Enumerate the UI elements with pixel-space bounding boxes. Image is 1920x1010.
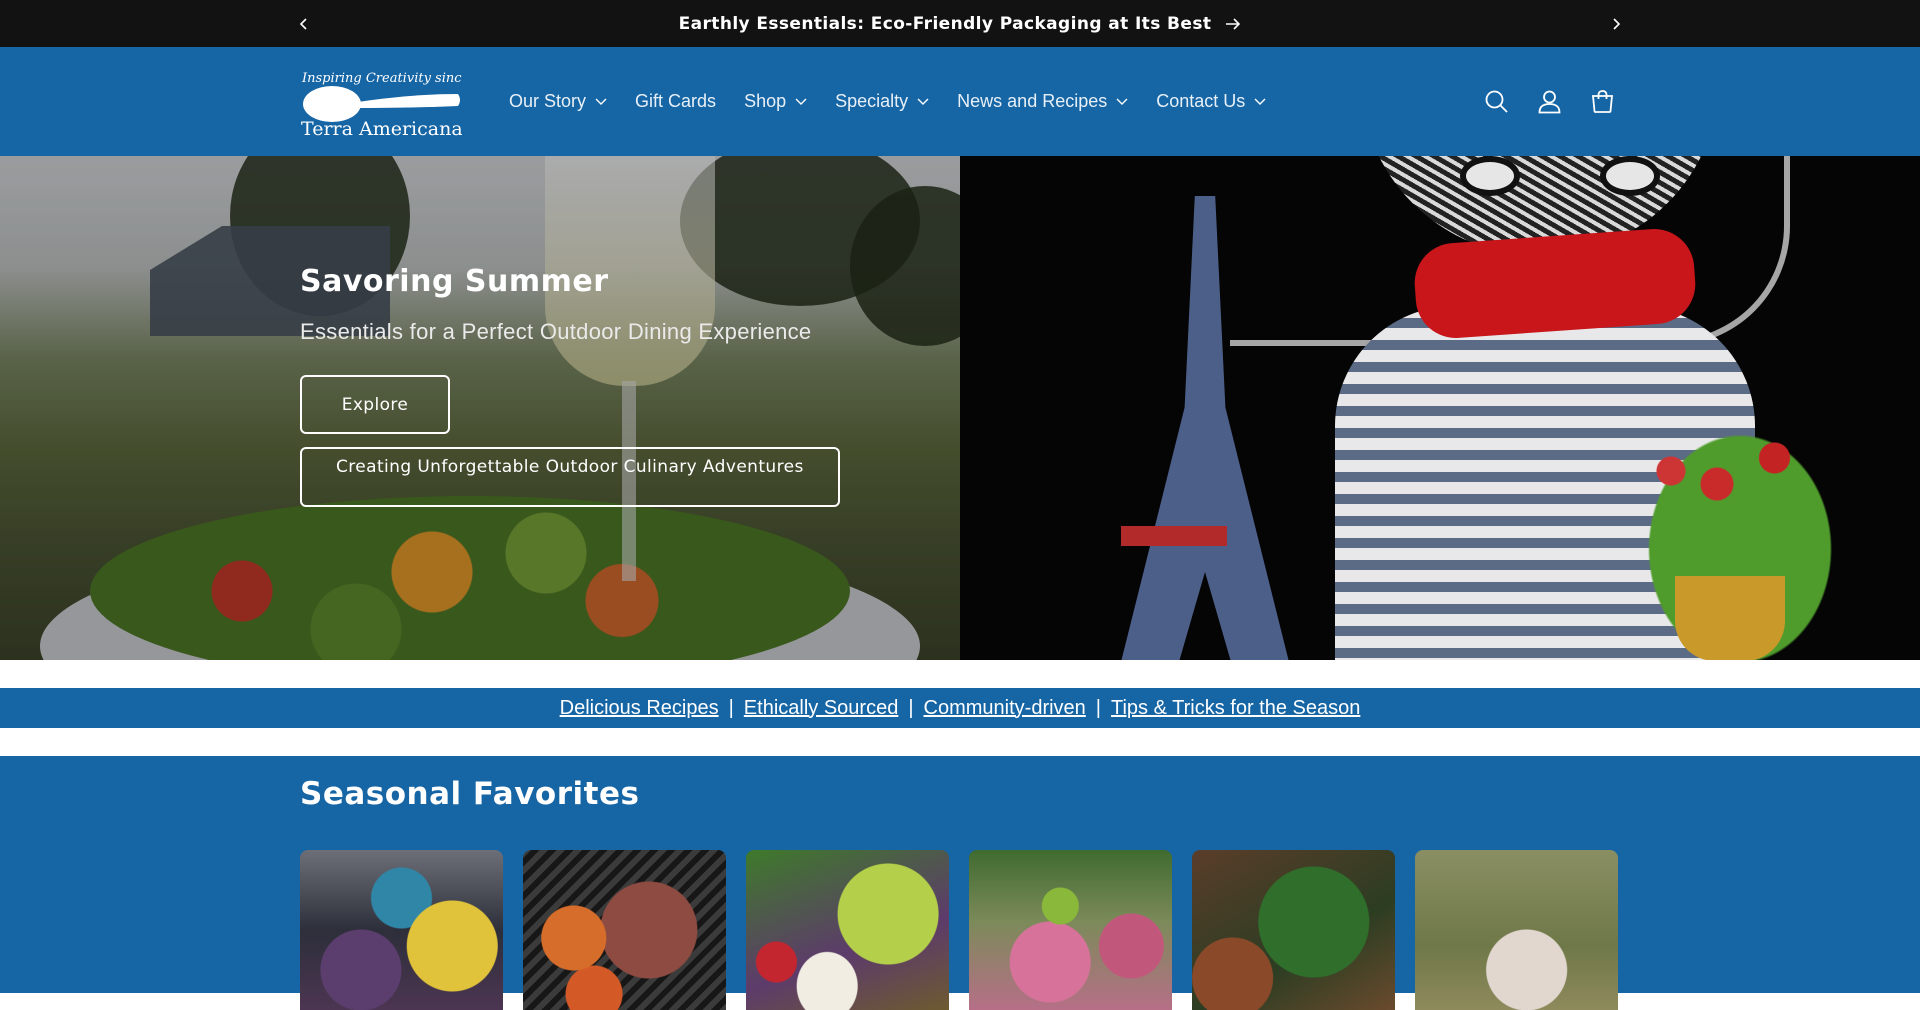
separator: | <box>1095 696 1101 719</box>
chevron-right-icon <box>1613 17 1621 30</box>
chevron-down-icon <box>917 98 929 105</box>
search-button[interactable] <box>1483 88 1510 115</box>
product-card-ferns[interactable] <box>1192 850 1395 1010</box>
nav-item-our-story[interactable]: Our Story <box>495 82 621 122</box>
chevron-down-icon <box>1116 98 1128 105</box>
nav-item-gift-cards[interactable]: Gift Cards <box>621 82 730 122</box>
arrow-right-icon <box>1226 17 1241 30</box>
header-icons <box>1483 47 1616 156</box>
site-logo[interactable]: Inspiring Creativity since 1994 Terra Am… <box>300 64 506 140</box>
product-card-grill[interactable] <box>523 850 726 1010</box>
hero-subtitle: Essentials for a Perfect Outdoor Dining … <box>300 319 812 344</box>
logo-name: Terra Americana <box>301 118 462 140</box>
hero-image-salad <box>0 156 960 660</box>
nav-label: Specialty <box>835 91 909 111</box>
nav-item-shop[interactable]: Shop <box>730 82 821 122</box>
announcement-message[interactable]: Earthly Essentials: Eco-Friendly Packagi… <box>0 0 1920 47</box>
account-icon <box>1538 90 1561 114</box>
nav-label: Contact Us <box>1156 91 1246 111</box>
nav-item-specialty[interactable]: Specialty <box>821 82 943 122</box>
link-community-driven[interactable]: Community-driven <box>924 697 1086 720</box>
search-icon <box>1485 90 1508 113</box>
seasonal-favorites-section: Seasonal Favorites <box>0 756 1920 1010</box>
link-ethically-sourced[interactable]: Ethically Sourced <box>744 697 899 720</box>
nav-label: Gift Cards <box>635 91 717 111</box>
hero-title: Savoring Summer <box>300 264 609 299</box>
separator: | <box>908 696 914 719</box>
chevron-down-icon <box>795 98 807 105</box>
product-card-cocktails[interactable] <box>969 850 1172 1010</box>
cart-button[interactable] <box>1589 88 1616 115</box>
hero-text: Savoring Summer Essentials for a Perfect… <box>300 264 811 345</box>
nav-label: Our Story <box>509 91 587 111</box>
product-card-farmers-market[interactable] <box>300 850 503 1010</box>
link-tips-and-tricks[interactable]: Tips & Tricks for the Season <box>1111 697 1360 720</box>
nav-label: Shop <box>744 91 787 111</box>
product-card-nest[interactable] <box>1415 850 1618 1010</box>
logo-tagline: Inspiring Creativity since 1994 <box>301 71 462 86</box>
link-delicious-recipes[interactable]: Delicious Recipes <box>560 697 719 720</box>
chevron-down-icon <box>595 98 607 105</box>
account-button[interactable] <box>1536 88 1563 115</box>
hero-image-owl-illustration <box>960 156 1920 660</box>
separator: | <box>728 696 734 719</box>
announcement-link[interactable]: Earthly Essentials: Eco-Friendly Packagi… <box>679 14 1212 34</box>
cart-icon <box>1592 90 1613 113</box>
announcement-next-button[interactable] <box>1601 0 1631 47</box>
section-title: Seasonal Favorites <box>300 776 640 812</box>
hero-banner: Savoring Summer Essentials for a Perfect… <box>0 156 1920 660</box>
site-header: Inspiring Creativity since 1994 Terra Am… <box>0 47 1920 156</box>
nav-label: News and Recipes <box>957 91 1108 111</box>
announcement-bar: Earthly Essentials: Eco-Friendly Packagi… <box>0 0 1920 47</box>
chevron-down-icon <box>1254 98 1266 105</box>
feature-links-strip: Delicious Recipes | Ethically Sourced | … <box>0 688 1920 728</box>
main-nav: Our Story Gift Cards Shop Specialty News… <box>495 47 1280 156</box>
explore-button[interactable]: Explore <box>300 375 450 434</box>
product-card-list <box>300 850 1618 1010</box>
product-card-lemon-thyme[interactable] <box>746 850 949 1010</box>
nav-item-contact-us[interactable]: Contact Us <box>1142 82 1280 122</box>
nav-item-news-and-recipes[interactable]: News and Recipes <box>943 82 1142 122</box>
outdoor-adventures-button[interactable]: Creating Unforgettable Outdoor Culinary … <box>300 447 840 507</box>
